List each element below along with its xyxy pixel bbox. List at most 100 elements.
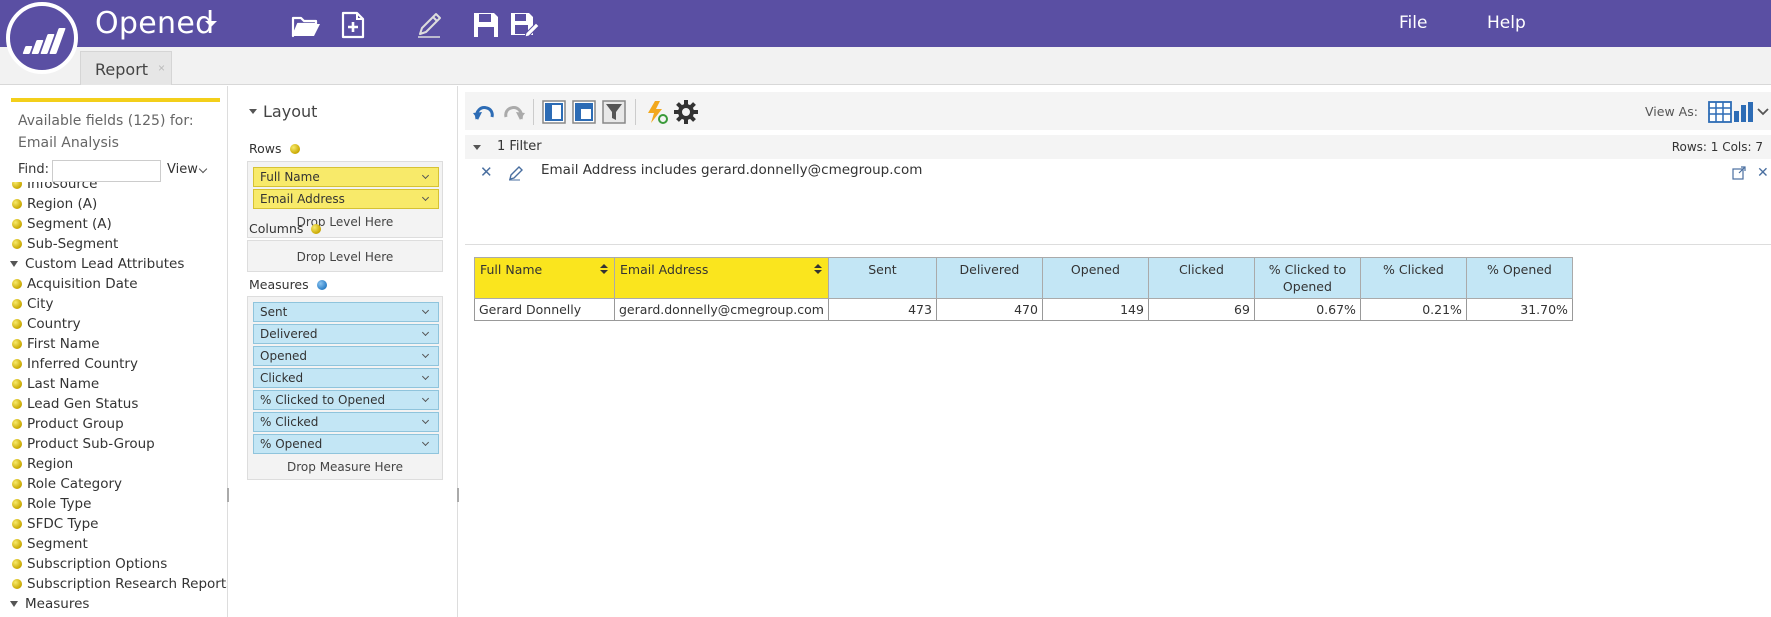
- left-splitter-handle[interactable]: [227, 488, 229, 502]
- field-item[interactable]: Acquisition Date: [12, 276, 138, 292]
- field-item[interactable]: Lead Gen Status: [12, 396, 138, 412]
- layout-toggle-icon[interactable]: [541, 99, 567, 125]
- chevron-down-icon[interactable]: [421, 306, 430, 315]
- title-dropdown-icon[interactable]: [205, 21, 217, 27]
- field-item[interactable]: Region: [12, 456, 73, 472]
- cell-email-address[interactable]: gerard.donnelly@cmegroup.com: [614, 298, 829, 321]
- app-title[interactable]: Opened: [95, 6, 214, 41]
- field-item[interactable]: Country: [12, 316, 81, 332]
- field-item[interactable]: Product Sub-Group: [12, 436, 155, 452]
- columns-drop-zone[interactable]: Drop Level Here: [247, 240, 443, 272]
- field-item[interactable]: Infosource: [12, 182, 97, 192]
- close-filter-panel-icon[interactable]: ✕: [1757, 164, 1769, 181]
- measure-pill[interactable]: % Clicked: [253, 412, 439, 432]
- save-icon[interactable]: [470, 10, 502, 40]
- header-opened[interactable]: Opened: [1041, 257, 1149, 299]
- chevron-down-icon[interactable]: [198, 164, 208, 174]
- header-delivered[interactable]: Delivered: [935, 257, 1043, 299]
- header-clicked-to-opened[interactable]: % Clicked to Opened: [1253, 257, 1361, 299]
- save-as-icon[interactable]: [508, 10, 540, 40]
- sort-icon[interactable]: [600, 264, 608, 274]
- cell-opened[interactable]: 149: [1041, 298, 1149, 321]
- field-item[interactable]: Sub-Segment: [12, 236, 118, 252]
- measures-drop-zone[interactable]: Drop Measure Here Sent Delivered Opened Cli…: [247, 296, 443, 480]
- filter-icon[interactable]: [601, 99, 627, 125]
- columns-label: Columns: [249, 221, 304, 236]
- cell-clicked-to-opened[interactable]: 0.67%: [1253, 298, 1361, 321]
- cell-delivered[interactable]: 470: [935, 298, 1043, 321]
- measure-pill[interactable]: Delivered: [253, 324, 439, 344]
- chevron-down-icon[interactable]: [421, 171, 430, 180]
- field-item[interactable]: Region (A): [12, 196, 97, 212]
- filter-header[interactable]: 1 Filter Rows: 1 Cols: 7: [465, 135, 1771, 159]
- chevron-down-icon[interactable]: [421, 372, 430, 381]
- cell-pct-clicked[interactable]: 0.21%: [1359, 298, 1467, 321]
- field-item[interactable]: City: [12, 296, 53, 312]
- header-email-address[interactable]: Email Address: [614, 257, 829, 299]
- header-pct-clicked[interactable]: % Clicked: [1359, 257, 1467, 299]
- field-item[interactable]: SFDC Type: [12, 516, 98, 532]
- header-clicked[interactable]: Clicked: [1147, 257, 1255, 299]
- chevron-down-icon[interactable]: [421, 438, 430, 447]
- chevron-down-icon[interactable]: [421, 350, 430, 359]
- field-item[interactable]: Inferred Country: [12, 356, 138, 372]
- view-dropdown[interactable]: View: [167, 162, 198, 177]
- row-level-full-name[interactable]: Full Name: [253, 167, 439, 187]
- sort-icon[interactable]: [813, 264, 822, 274]
- field-group[interactable]: Measures: [10, 596, 89, 612]
- grid-view-icon[interactable]: [1707, 99, 1733, 125]
- header-pct-opened[interactable]: % Opened: [1465, 257, 1573, 299]
- field-item[interactable]: Role Type: [12, 496, 91, 512]
- row-level-email-address[interactable]: Email Address: [253, 189, 439, 209]
- chevron-down-icon[interactable]: [1753, 99, 1771, 125]
- chevron-down-icon[interactable]: [421, 193, 430, 202]
- cell-pct-opened[interactable]: 31.70%: [1465, 298, 1573, 321]
- field-item[interactable]: Last Name: [12, 376, 99, 392]
- tab-report[interactable]: Report ×: [80, 51, 172, 85]
- new-report-icon[interactable]: [338, 10, 370, 40]
- help-menu[interactable]: Help: [1487, 13, 1526, 33]
- field-list[interactable]: Infosource Region (A) Segment (A) Sub-Segme…: [0, 182, 227, 617]
- measure-pill[interactable]: % Clicked to Opened: [253, 390, 439, 410]
- field-item[interactable]: Segment: [12, 536, 88, 552]
- edit-pencil-icon[interactable]: [414, 10, 446, 40]
- field-group[interactable]: Custom Lead Attributes: [10, 256, 184, 272]
- redo-icon[interactable]: [501, 99, 527, 125]
- header-sent[interactable]: Sent: [827, 257, 937, 299]
- measure-pill[interactable]: Sent: [253, 302, 439, 322]
- measure-pill[interactable]: Opened: [253, 346, 439, 366]
- chevron-down-icon[interactable]: [421, 416, 430, 425]
- app-logo[interactable]: [6, 2, 78, 74]
- find-input[interactable]: [52, 160, 161, 182]
- table-view-icon[interactable]: [571, 99, 597, 125]
- measure-pill[interactable]: % Opened: [253, 434, 439, 454]
- chevron-down-icon[interactable]: [421, 394, 430, 403]
- header-full-name[interactable]: Full Name: [474, 257, 615, 299]
- popout-icon[interactable]: [1732, 166, 1746, 180]
- field-item[interactable]: Role Category: [12, 476, 122, 492]
- table-row: Gerard Donnelly gerard.donnelly@cmegroup…: [474, 298, 1573, 321]
- collapse-caret-icon[interactable]: [473, 145, 481, 150]
- cell-full-name[interactable]: Gerard Donnelly: [474, 298, 615, 321]
- available-fields-info: Available fields (125) for: Email Analys…: [18, 110, 194, 154]
- refresh-data-icon[interactable]: [643, 99, 669, 125]
- field-item[interactable]: Segment (A): [12, 216, 112, 232]
- undo-icon[interactable]: [471, 99, 497, 125]
- file-menu[interactable]: File: [1399, 13, 1427, 33]
- cell-sent[interactable]: 473: [827, 298, 937, 321]
- layout-header[interactable]: Layout: [249, 102, 317, 121]
- chevron-down-icon[interactable]: [421, 328, 430, 337]
- tab-close-icon[interactable]: ×: [158, 61, 165, 75]
- field-item[interactable]: First Name: [12, 336, 100, 352]
- collapse-caret-icon[interactable]: [249, 109, 257, 114]
- field-item[interactable]: Product Group: [12, 416, 124, 432]
- settings-gear-icon[interactable]: [673, 99, 699, 125]
- remove-filter-icon[interactable]: ✕: [480, 163, 493, 181]
- field-item[interactable]: Subscription Options: [12, 556, 167, 572]
- measure-pill[interactable]: Clicked: [253, 368, 439, 388]
- filter-description[interactable]: Email Address includes gerard.donnelly@c…: [541, 162, 922, 178]
- cell-clicked[interactable]: 69: [1147, 298, 1255, 321]
- edit-filter-icon[interactable]: [508, 165, 524, 181]
- open-folder-icon[interactable]: [290, 10, 322, 40]
- field-item[interactable]: Subscription Research Reports: [12, 576, 227, 592]
